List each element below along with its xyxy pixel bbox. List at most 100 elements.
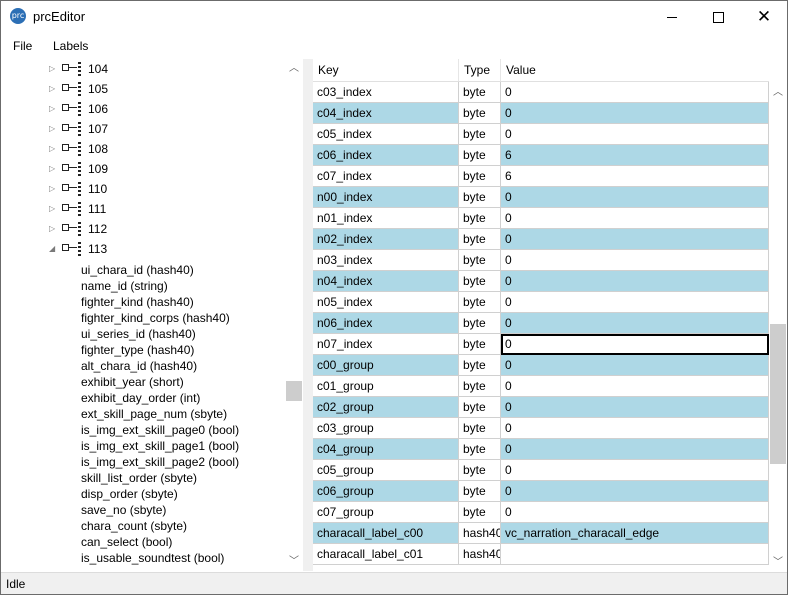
pane-splitter[interactable] — [303, 59, 313, 571]
tree-leaf-item[interactable]: ui_series_id (hash40) — [81, 326, 196, 342]
tree-node[interactable]: ▷ 111 — [1, 199, 285, 219]
grid-row[interactable]: c01_group byte 0 — [313, 376, 769, 397]
value-cell[interactable]: 0 — [501, 82, 769, 103]
grid-row[interactable]: c05_group byte 0 — [313, 460, 769, 481]
tree-leaf-item[interactable]: name_id (string) — [81, 278, 168, 294]
tree-leaf-item[interactable]: alt_chara_id (hash40) — [81, 358, 197, 374]
value-cell[interactable]: 0 — [501, 334, 769, 355]
tree-scroll-thumb[interactable] — [286, 381, 302, 401]
collapsed-arrow-icon[interactable]: ▷ — [49, 139, 57, 159]
tree-scrollbar[interactable]: ︿ ﹀ — [285, 59, 303, 571]
tree-leaf-item[interactable]: ext_skill_page_num (sbyte) — [81, 406, 227, 422]
collapsed-arrow-icon[interactable]: ▷ — [49, 219, 57, 239]
grid-row[interactable]: n07_index byte 0 — [313, 334, 769, 355]
grid-row[interactable]: c04_index byte 0 — [313, 103, 769, 124]
tree-node[interactable]: ▷ 108 — [1, 139, 285, 159]
value-cell[interactable]: 0 — [501, 187, 769, 208]
value-cell[interactable] — [501, 544, 769, 565]
expanded-arrow-icon[interactable]: ◢ — [49, 239, 57, 259]
param-tree[interactable]: ▷ 104 ▷ 105 ▷ 106 ▷ 107 ▷ 108 ▷ 109 ▷ 110 ▷ 111 ▷ 112 ◢ 113… — [1, 59, 285, 571]
column-header-key[interactable]: Key — [313, 59, 459, 81]
value-cell[interactable]: 0 — [501, 313, 769, 334]
grid-row[interactable]: n01_index byte 0 — [313, 208, 769, 229]
value-cell[interactable]: 0 — [501, 502, 769, 523]
tree-leaf-item[interactable]: is_img_ext_skill_page1 (bool) — [81, 438, 239, 454]
grid-row[interactable]: characall_label_c01 hash40 — [313, 544, 769, 565]
value-cell[interactable]: 0 — [501, 229, 769, 250]
grid-row[interactable]: c03_index byte 0 — [313, 82, 769, 103]
value-cell[interactable]: 6 — [501, 145, 769, 166]
value-cell[interactable]: 0 — [501, 460, 769, 481]
value-cell[interactable]: 0 — [501, 124, 769, 145]
grid-row[interactable]: c00_group byte 0 — [313, 355, 769, 376]
tree-node[interactable]: ◢ 113 — [1, 239, 285, 259]
tree-node[interactable]: ▷ 110 — [1, 179, 285, 199]
menu-file[interactable]: File — [13, 39, 32, 53]
tree-node[interactable]: ▷ 105 — [1, 79, 285, 99]
grid-row[interactable]: c06_group byte 0 — [313, 481, 769, 502]
scroll-down-icon[interactable]: ﹀ — [772, 557, 784, 569]
value-cell[interactable]: 0 — [501, 439, 769, 460]
collapsed-arrow-icon[interactable]: ▷ — [49, 79, 57, 99]
grid-row[interactable]: characall_label_c00 hash40 vc_narration_ch… — [313, 523, 769, 544]
tree-leaf-item[interactable]: exhibit_day_order (int) — [81, 390, 200, 406]
value-cell[interactable]: vc_narration_characall_edge — [501, 523, 769, 544]
tree-leaf-item[interactable]: disp_order (sbyte) — [81, 486, 178, 502]
collapsed-arrow-icon[interactable]: ▷ — [49, 59, 57, 79]
column-header-type[interactable]: Type — [459, 59, 501, 81]
grid-row[interactable]: n05_index byte 0 — [313, 292, 769, 313]
tree-leaf-item[interactable]: can_select (bool) — [81, 534, 172, 550]
grid-row[interactable]: c03_group byte 0 — [313, 418, 769, 439]
tree-node[interactable]: ▷ 106 — [1, 99, 285, 119]
value-cell[interactable]: 0 — [501, 397, 769, 418]
maximize-button[interactable] — [695, 1, 741, 33]
value-cell[interactable]: 0 — [501, 208, 769, 229]
grid-row[interactable]: c05_index byte 0 — [313, 124, 769, 145]
grid-row[interactable]: n00_index byte 0 — [313, 187, 769, 208]
scroll-up-icon[interactable]: ︿ — [772, 87, 784, 99]
collapsed-arrow-icon[interactable]: ▷ — [49, 119, 57, 139]
value-cell[interactable]: 0 — [501, 355, 769, 376]
tree-leaf-item[interactable]: ui_chara_id (hash40) — [81, 262, 194, 278]
tree-leaf-item[interactable]: fighter_kind (hash40) — [81, 294, 194, 310]
close-button[interactable]: ✕ — [741, 1, 787, 33]
grid-row[interactable]: n06_index byte 0 — [313, 313, 769, 334]
grid-row[interactable]: c04_group byte 0 — [313, 439, 769, 460]
tree-leaf-item[interactable]: fighter_type (hash40) — [81, 342, 194, 358]
menu-labels[interactable]: Labels — [53, 39, 88, 53]
grid-row[interactable]: c06_index byte 6 — [313, 145, 769, 166]
tree-leaf-item[interactable]: is_img_ext_skill_page0 (bool) — [81, 422, 239, 438]
collapsed-arrow-icon[interactable]: ▷ — [49, 179, 57, 199]
tree-leaf-item[interactable]: is_usable_soundtest (bool) — [81, 550, 224, 566]
grid-row[interactable]: n03_index byte 0 — [313, 250, 769, 271]
tree-node[interactable]: ▷ 107 — [1, 119, 285, 139]
value-cell[interactable]: 0 — [501, 376, 769, 397]
param-grid[interactable]: Key Type Value c03_index byte 0 c04_index by… — [313, 59, 769, 571]
collapsed-arrow-icon[interactable]: ▷ — [49, 99, 57, 119]
tree-leaf-item[interactable]: fighter_kind_corps (hash40) — [81, 310, 230, 326]
value-cell[interactable]: 6 — [501, 166, 769, 187]
tree-node[interactable]: ▷ 112 — [1, 219, 285, 239]
scroll-down-icon[interactable]: ﹀ — [288, 556, 300, 568]
tree-leaf-item[interactable]: save_no (sbyte) — [81, 502, 166, 518]
grid-scrollbar[interactable]: ︿ ﹀ — [769, 81, 787, 571]
value-cell[interactable]: 0 — [501, 292, 769, 313]
value-cell[interactable]: 0 — [501, 250, 769, 271]
value-cell[interactable]: 0 — [501, 418, 769, 439]
scroll-up-icon[interactable]: ︿ — [288, 63, 300, 75]
collapsed-arrow-icon[interactable]: ▷ — [49, 199, 57, 219]
tree-leaf-item[interactable]: skill_list_order (sbyte) — [81, 470, 197, 486]
tree-node[interactable]: ▷ 104 — [1, 59, 285, 79]
grid-row[interactable]: n04_index byte 0 — [313, 271, 769, 292]
column-header-value[interactable]: Value — [501, 59, 769, 81]
minimize-button[interactable] — [649, 1, 695, 33]
grid-scroll-thumb[interactable] — [770, 324, 786, 464]
value-cell[interactable]: 0 — [501, 271, 769, 292]
grid-row[interactable]: c02_group byte 0 — [313, 397, 769, 418]
collapsed-arrow-icon[interactable]: ▷ — [49, 159, 57, 179]
grid-row[interactable]: c07_index byte 6 — [313, 166, 769, 187]
value-cell[interactable]: 0 — [501, 103, 769, 124]
tree-node[interactable]: ▷ 109 — [1, 159, 285, 179]
tree-leaf-item[interactable]: is_img_ext_skill_page2 (bool) — [81, 454, 239, 470]
tree-leaf-item[interactable]: chara_count (sbyte) — [81, 518, 187, 534]
